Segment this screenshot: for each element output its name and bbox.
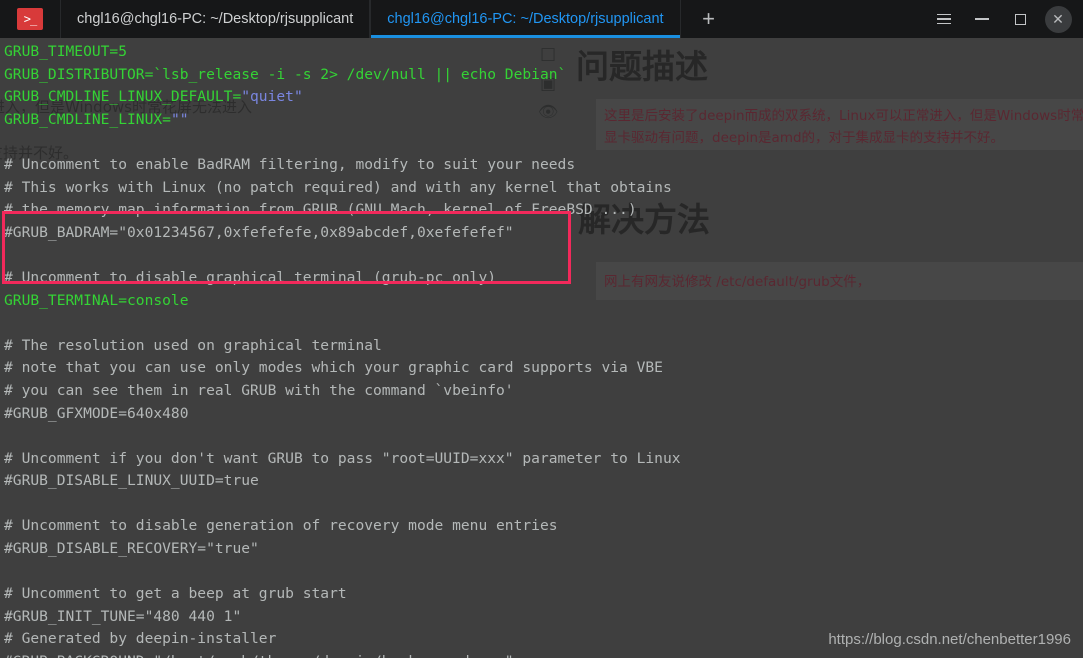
terminal-span: #GRUB_GFXMODE=640x480 <box>4 404 189 422</box>
terminal-span: # the memory map information from GRUB (… <box>4 201 637 219</box>
terminal-span: # The resolution used on graphical termi… <box>4 336 382 354</box>
terminal-window: 问题描述 这里是后安装了deepin而成的双系统，Linux可以正常进入，但是W… <box>0 0 1083 658</box>
terminal-span: # Uncomment to enable BadRAM filtering, … <box>4 155 576 173</box>
terminal-span: # you can see them in real GRUB with the… <box>4 381 514 399</box>
terminal-span: "" <box>170 110 189 128</box>
terminal-span: GRUB_DISTRIBUTOR=`lsb_release -i -s 2> /… <box>4 65 567 83</box>
terminal-line: #GRUB_BACKGROUND="/boot/grub/themes/deep… <box>4 651 1083 658</box>
new-tab-button[interactable]: + <box>681 0 737 38</box>
terminal-span: # This works with Linux (no patch requir… <box>4 178 672 196</box>
terminal-span: #GRUB_DISABLE_RECOVERY="true" <box>4 540 259 558</box>
terminal-span: #GRUB_INIT_TUNE="480 440 1" <box>4 607 242 625</box>
terminal-line: GRUB_TERMINAL=console <box>4 290 1083 313</box>
terminal-line: # Uncomment to enable BadRAM filtering, … <box>4 154 1083 177</box>
terminal-line: # This works with Linux (no patch requir… <box>4 177 1083 200</box>
terminal-line: GRUB_CMDLINE_LINUX_DEFAULT="quiet" <box>4 86 1083 109</box>
terminal-span: GRUB_TIMEOUT=5 <box>4 43 128 60</box>
titlebar: >_ chgl16@chgl16-PC: ~/Desktop/rjsupplic… <box>0 0 1083 38</box>
terminal-line: # note that you can use only modes which… <box>4 357 1083 380</box>
maximize-icon <box>1014 13 1026 25</box>
terminal-line: #GRUB_DISABLE_RECOVERY="true" <box>4 538 1083 561</box>
minimize-button[interactable] <box>963 0 1001 38</box>
window-controls: ✕ <box>925 0 1083 38</box>
terminal-span: # note that you can use only modes which… <box>4 359 663 377</box>
terminal-span: GRUB_TERMINAL=console <box>4 291 189 309</box>
terminal-span: "quiet" <box>241 88 303 106</box>
terminal-span: #GRUB_BACKGROUND="/boot/grub/themes/deep… <box>4 653 514 658</box>
terminal-span: # Uncomment to get a beep at grub start <box>4 585 347 603</box>
terminal-span: GRUB_CMDLINE_LINUX_DEFAULT= <box>4 88 242 106</box>
terminal-line: # The resolution used on graphical termi… <box>4 335 1083 358</box>
terminal-line: #GRUB_BADRAM="0x01234567,0xfefefefe,0x89… <box>4 222 1083 245</box>
terminal-line: # Uncomment to get a beep at grub start <box>4 583 1083 606</box>
terminal-line: GRUB_TIMEOUT=5 <box>4 41 1083 64</box>
terminal-line: #GRUB_GFXMODE=640x480 <box>4 403 1083 426</box>
terminal-span: #GRUB_BADRAM="0x01234567,0xfefefefe,0x89… <box>4 223 514 241</box>
minimize-icon <box>975 18 989 20</box>
terminal-prompt-icon: >_ <box>17 8 43 30</box>
maximize-button[interactable] <box>1001 0 1039 38</box>
terminal-line: GRUB_CMDLINE_LINUX="" <box>4 109 1083 132</box>
terminal-span: # Uncomment if you don't want GRUB to pa… <box>4 449 681 467</box>
titlebar-spacer <box>737 0 925 38</box>
app-logo-wrap: >_ <box>0 0 60 38</box>
close-button[interactable]: ✕ <box>1039 0 1077 38</box>
close-icon: ✕ <box>1044 5 1072 33</box>
terminal-span: GRUB_CMDLINE_LINUX= <box>4 110 171 128</box>
terminal-line: GRUB_DISTRIBUTOR=`lsb_release -i -s 2> /… <box>4 64 1083 87</box>
terminal-line: # Uncomment to disable generation of rec… <box>4 515 1083 538</box>
tab-1[interactable]: chgl16@chgl16-PC: ~/Desktop/rjsupplicant <box>370 0 681 38</box>
terminal-line: # Uncomment to disable graphical termina… <box>4 267 1083 290</box>
terminal-line: #GRUB_INIT_TUNE="480 440 1" <box>4 606 1083 629</box>
tab-strip[interactable]: chgl16@chgl16-PC: ~/Desktop/rjsupplicant… <box>60 0 681 38</box>
terminal-span: # Uncomment to disable generation of rec… <box>4 517 558 535</box>
hamburger-icon <box>937 11 951 28</box>
terminal-line: #GRUB_DISABLE_LINUX_UUID=true <box>4 470 1083 493</box>
terminal-line: # the memory map information from GRUB (… <box>4 199 1083 222</box>
tab-0[interactable]: chgl16@chgl16-PC: ~/Desktop/rjsupplicant <box>60 0 371 38</box>
terminal-line: # you can see them in real GRUB with the… <box>4 380 1083 403</box>
terminal-span: #GRUB_DISABLE_LINUX_UUID=true <box>4 472 259 490</box>
terminal-line: # Uncomment if you don't want GRUB to pa… <box>4 448 1083 471</box>
terminal-span: # Uncomment to disable graphical termina… <box>4 268 497 286</box>
terminal-span: # Generated by deepin-installer <box>4 630 277 648</box>
terminal-output[interactable]: GRUB_TIMEOUT=5 GRUB_DISTRIBUTOR=`lsb_rele… <box>0 38 1083 658</box>
watermark-text: https://blog.csdn.net/chenbetter1996 <box>828 631 1071 648</box>
menu-button[interactable] <box>925 0 963 38</box>
